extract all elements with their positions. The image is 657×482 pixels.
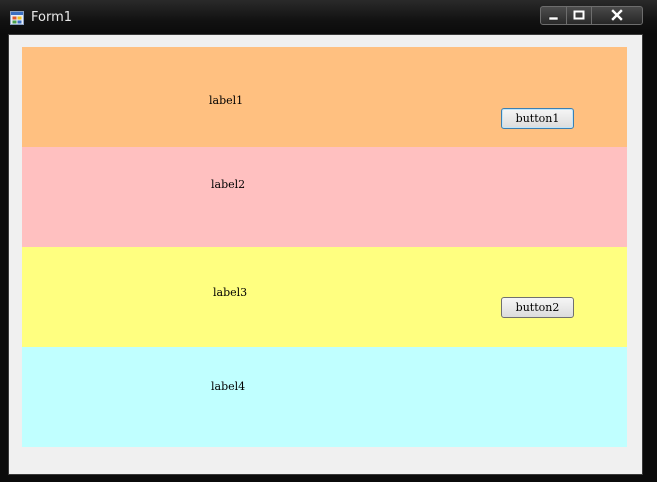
window-title: Form1 <box>31 10 73 25</box>
maximize-button[interactable] <box>566 6 592 25</box>
caption-buttons <box>540 6 643 25</box>
form-window: Form1 label1 button1 label2 label3 butto… <box>0 0 657 482</box>
panel-1: label1 button1 <box>22 47 627 147</box>
panel-3: label3 button2 <box>22 247 627 347</box>
close-button[interactable] <box>591 6 643 25</box>
maximize-icon <box>573 10 585 20</box>
label-1: label1 <box>209 94 244 107</box>
minimize-button[interactable] <box>540 6 567 25</box>
label-3: label3 <box>213 286 248 299</box>
form-client-area: label1 button1 label2 label3 button2 lab… <box>8 34 643 475</box>
button-1[interactable]: button1 <box>501 108 574 129</box>
minimize-icon <box>548 16 559 21</box>
panel-2: label2 <box>22 147 627 247</box>
label-4: label4 <box>211 380 246 393</box>
title-bar[interactable]: Form1 <box>0 0 657 34</box>
panel-4: label4 <box>22 347 627 447</box>
label-2: label2 <box>211 178 246 191</box>
button-2[interactable]: button2 <box>501 297 574 318</box>
close-icon <box>611 9 623 21</box>
form-icon <box>10 11 24 25</box>
